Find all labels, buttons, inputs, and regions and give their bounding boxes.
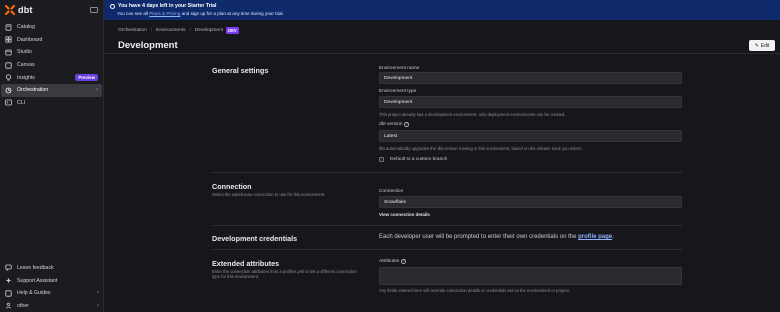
dbt-version-select[interactable]: Latest [379,130,682,142]
sidebar-item-label: Canvas [17,62,35,69]
banner-subtitle: You can see all Plans & Pricing and sign… [117,11,774,16]
help-circle-icon[interactable]: ? [404,122,409,127]
sidebar-item-label: Help & Guides [17,290,51,297]
extended-attributes-desc: Enter the connection attributes from a p… [212,269,357,280]
divider [212,172,682,173]
insights-icon [5,74,12,81]
breadcrumb-development: Development [194,28,224,33]
sidebar-item-account[interactable]: other › [1,299,103,312]
sidebar-item-label: Support Assistant [17,277,58,284]
brand[interactable]: dbt [0,0,103,20]
extended-attributes-title: Extended attributes [212,259,280,268]
attributes-textarea[interactable] [379,267,682,285]
sidebar-item-label: other [17,302,29,309]
chevron-right-icon: › [97,302,99,309]
sidebar-item-cli[interactable]: CLI [1,97,102,110]
user-icon [5,302,12,309]
breadcrumb-separator: / [150,28,153,33]
connection-desc: Select the warehouse connection to use f… [212,192,326,197]
dev-credentials-title: Development credentials [212,234,298,243]
env-type-label: Environment type [379,89,417,94]
general-settings-title: General settings [212,66,269,75]
credentials-text-suffix: . [612,234,614,240]
banner-title: You have 4 days left in your Starter Tri… [118,3,217,9]
env-name-label: Environment name [379,66,420,71]
support-icon [5,277,12,284]
help-icon [5,290,12,297]
dashboard-icon [5,36,12,43]
env-type-hint: This project already has a development e… [379,112,566,117]
connection-title: Connection [212,182,252,191]
sidebar-item-leave-feedback[interactable]: Leave feedback [1,262,103,275]
attributes-hint: Any fields entered here will override co… [379,288,570,293]
main-content: General settings Environment name Develo… [104,55,780,312]
view-connection-link[interactable]: View connection details [379,212,430,217]
catalog-icon [5,24,12,31]
sidebar-item-label: Catalog [17,24,35,31]
dbt-version-hint: dbt automatically upgrades the dbt versi… [379,146,582,151]
banner-sub-prefix: You can see all [117,11,150,16]
brand-name: dbt [18,5,33,15]
info-icon [110,3,115,9]
page-header: Orchestration / Environments / Developme… [104,20,780,54]
sidebar-item-label: Orchestration [17,87,49,94]
profile-page-link[interactable]: profile page [578,234,612,240]
banner-sub-suffix: and sign up for a plan at any time durin… [180,11,284,16]
page-title: Development [118,40,178,51]
dbt-version-label-row: dbt version ? [379,122,409,127]
studio-icon [5,49,12,56]
credentials-text-prefix: Each developer user will be prompted to … [379,234,579,240]
sidebar-item-label: Insights [17,74,35,81]
feedback-icon [5,264,12,272]
breadcrumb: Orchestration / Environments / Developme… [118,27,239,34]
attributes-label-row: Attributes ? [379,259,406,264]
sidebar-item-studio[interactable]: Studio [1,46,102,59]
collapse-sidebar-icon[interactable] [90,7,98,13]
plans-pricing-link[interactable]: Plans & Pricing [149,11,180,16]
connection-select[interactable]: Snowflake [379,196,682,208]
sidebar-item-label: Leave feedback [17,264,54,271]
env-name-input[interactable]: Development [379,72,682,84]
sidebar-item-canvas[interactable]: Canvas [1,59,102,72]
sidebar-bottom: Leave feedback Support Assistant Help & … [0,262,104,312]
help-circle-icon[interactable]: ? [401,259,406,264]
dbt-version-label: dbt version [379,122,403,127]
chevron-right-icon: › [97,290,99,297]
sidebar-item-orchestration[interactable]: Orchestration › [1,83,102,97]
edit-label: Edit [760,42,770,49]
sidebar-nav: Catalog Dashboard Studio Canvas Insights… [0,21,103,109]
custom-branch-label: Default to a custom branch [390,157,448,162]
preview-badge: Preview [75,74,98,82]
divider [212,249,682,250]
custom-branch-checkbox[interactable] [379,157,384,162]
chevron-right-icon: › [96,87,98,94]
custom-branch-row[interactable]: Default to a custom branch [379,157,447,162]
attributes-label: Attributes [379,259,400,264]
sidebar-item-support-assistant[interactable]: Support Assistant [1,274,103,287]
breadcrumb-environments[interactable]: Environments [156,28,185,33]
env-type-input[interactable]: Development [379,96,682,108]
canvas-icon [5,61,12,69]
connection-label: Connection [379,189,404,194]
breadcrumb-separator: / [189,28,191,33]
sidebar-item-dashboard[interactable]: Dashboard [1,34,102,47]
app-root: dbt Catalog Dashboard Studio Canvas Insi… [0,0,780,312]
sidebar-item-help-guides[interactable]: Help & Guides › [1,287,103,300]
sidebar-item-catalog[interactable]: Catalog [1,21,102,34]
sidebar-item-insights[interactable]: Insights Preview [1,71,102,84]
trial-banner: You have 4 days left in your Starter Tri… [104,0,780,20]
pencil-icon: ✎ [754,42,759,49]
dbt-logo-icon [5,5,15,15]
sidebar-item-label: Studio [17,49,32,56]
orchestration-icon [5,87,12,94]
sidebar-item-label: CLI [17,99,26,106]
sidebar-item-label: Dashboard [17,36,43,43]
dev-badge: DEV [226,27,239,34]
breadcrumb-orchestration[interactable]: Orchestration [118,28,147,33]
edit-button[interactable]: ✎ Edit [749,40,775,51]
cli-icon [5,99,12,106]
divider [212,225,682,226]
dev-credentials-text: Each developer user will be prompted to … [379,234,614,240]
sidebar: dbt Catalog Dashboard Studio Canvas Insi… [0,0,104,312]
